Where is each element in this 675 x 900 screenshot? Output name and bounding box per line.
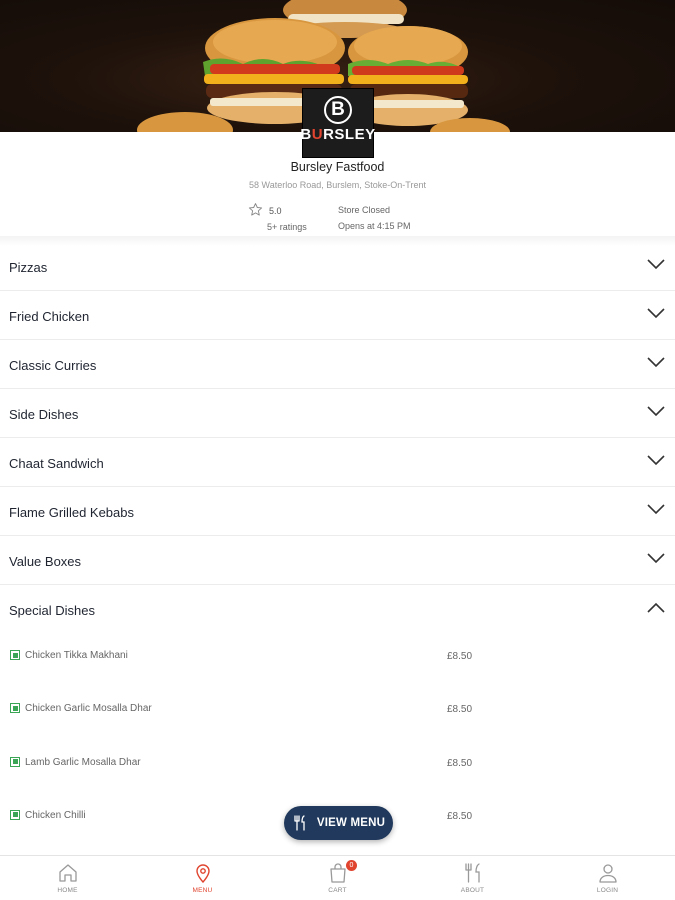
item-name: Chicken Garlic Mosalla Dhar xyxy=(25,703,152,715)
veg-indicator-icon xyxy=(10,703,20,714)
view-menu-button[interactable]: VIEW MENU xyxy=(284,806,393,840)
store-logo: B BURSLEY xyxy=(300,88,376,158)
item-price: £8.50 xyxy=(447,810,473,822)
chevron-down-icon xyxy=(647,406,665,417)
category-label: Side Dishes xyxy=(9,407,79,422)
chevron-down-icon xyxy=(647,553,665,564)
location-pin-icon xyxy=(196,864,210,884)
utensils-icon xyxy=(465,863,480,883)
veg-indicator-icon xyxy=(10,756,20,767)
category-label: Flame Grilled Kebabs xyxy=(9,505,134,520)
bottom-nav: HOME MENU 0 CART ABOUT LOGIN xyxy=(0,855,675,900)
logo-initial: B xyxy=(324,96,352,124)
category-label: Fried Chicken xyxy=(9,309,90,324)
nav-label: MENU xyxy=(192,887,213,894)
category-label: Classic Curries xyxy=(9,358,97,373)
item-price: £8.50 xyxy=(447,651,473,662)
category-value-boxes[interactable]: Value Boxes xyxy=(0,536,675,585)
chevron-up-icon xyxy=(647,602,665,613)
menu-item[interactable]: Chicken Tikka Makhani £8.50 xyxy=(0,632,675,685)
category-chaat-sandwich[interactable]: Chaat Sandwich xyxy=(0,438,675,487)
veg-indicator-icon xyxy=(10,650,20,660)
category-label: Special Dishes xyxy=(9,603,95,618)
nav-label: CART xyxy=(328,887,347,894)
category-label: Chaat Sandwich xyxy=(9,456,104,471)
item-name: Chicken Chilli xyxy=(25,809,86,821)
item-price: £8.50 xyxy=(447,757,473,769)
store-address: 58 Waterloo Road, Burslem, Stoke-On-Tren… xyxy=(249,180,426,190)
nav-label: HOME xyxy=(57,887,78,894)
veg-indicator-icon xyxy=(10,809,20,820)
chevron-down-icon xyxy=(647,504,665,515)
store-name: Bursley Fastfood xyxy=(290,160,385,174)
nav-login[interactable]: LOGIN xyxy=(540,856,675,900)
menu-item[interactable]: Chicken Garlic Mosalla Dhar £8.50 xyxy=(0,685,675,738)
category-side-dishes[interactable]: Side Dishes xyxy=(0,389,675,438)
utensils-icon xyxy=(294,815,305,831)
category-label: Value Boxes xyxy=(9,554,82,569)
nav-menu[interactable]: MENU xyxy=(135,856,270,900)
nav-label: ABOUT xyxy=(460,887,485,894)
item-name: Chicken Tikka Makhani xyxy=(25,650,128,661)
category-pizzas[interactable]: Pizzas xyxy=(0,242,675,291)
star-icon xyxy=(248,203,263,216)
chevron-down-icon xyxy=(647,259,665,270)
category-label: Pizzas xyxy=(9,260,48,275)
category-classic-curries[interactable]: Classic Curries xyxy=(0,340,675,389)
chevron-down-icon xyxy=(647,308,665,319)
store-status: Store Closed Opens at 4:15 PM xyxy=(338,205,411,231)
nav-cart[interactable]: 0 CART xyxy=(270,856,405,900)
home-icon xyxy=(59,864,77,882)
user-icon xyxy=(599,864,617,883)
menu-item[interactable]: Lamb Garlic Mosalla Dhar £8.50 xyxy=(0,739,675,792)
category-fried-chicken[interactable]: Fried Chicken xyxy=(0,291,675,340)
chevron-down-icon xyxy=(647,357,665,368)
category-flame-grilled-kebabs[interactable]: Flame Grilled Kebabs xyxy=(0,487,675,536)
nav-about[interactable]: ABOUT xyxy=(405,856,540,900)
chevron-down-icon xyxy=(647,455,665,466)
nav-home[interactable]: HOME xyxy=(0,856,135,900)
logo-wordmark: BURSLEY xyxy=(300,126,376,143)
store-opening-time: Opens at 4:15 PM xyxy=(338,221,411,231)
rating-value: 5.0 xyxy=(269,206,282,216)
menu-categories: Pizzas Fried Chicken Classic Curries Sid… xyxy=(0,242,675,634)
store-status-text: Store Closed xyxy=(338,205,391,215)
item-price: £8.50 xyxy=(447,704,473,716)
rating-count: 5+ ratings xyxy=(267,222,307,232)
view-menu-label: VIEW MENU xyxy=(316,817,386,829)
nav-label: LOGIN xyxy=(596,887,619,894)
category-special-dishes[interactable]: Special Dishes xyxy=(0,585,675,634)
item-name: Lamb Garlic Mosalla Dhar xyxy=(25,756,141,768)
cart-count-badge: 0 xyxy=(346,860,357,871)
